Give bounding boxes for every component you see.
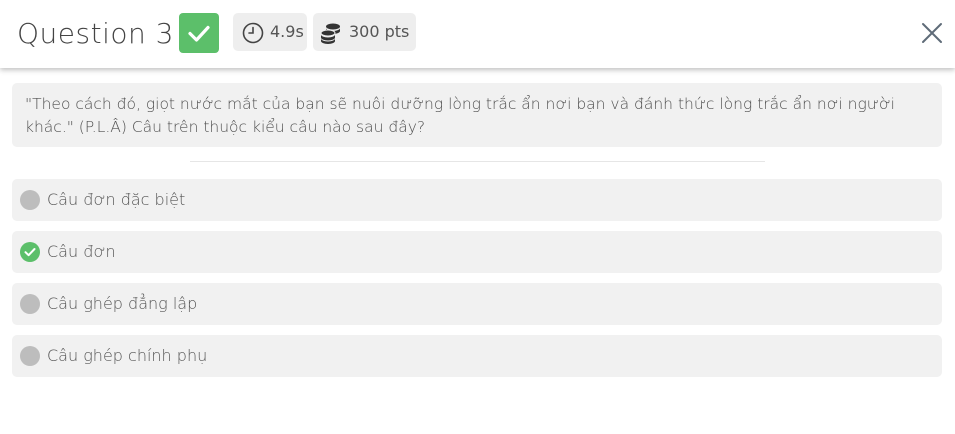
answer-label: Câu đơn	[47, 242, 116, 261]
radio-icon	[20, 294, 40, 314]
correct-check-icon	[20, 242, 40, 262]
clock-icon	[242, 22, 264, 44]
question-title: Question 3	[17, 17, 174, 50]
divider	[190, 161, 765, 162]
check-icon	[188, 25, 210, 42]
radio-icon	[20, 346, 40, 366]
answer-option-2[interactable]: Câu đơn	[12, 231, 942, 273]
points-value: 300 pts	[349, 22, 410, 41]
answer-label: Câu ghép chính phụ	[47, 346, 208, 365]
answer-option-3[interactable]: Câu ghép đẳng lập	[12, 283, 942, 325]
radio-icon	[20, 190, 40, 210]
close-icon[interactable]	[918, 19, 946, 47]
answer-label: Câu đơn đặc biệt	[47, 190, 186, 209]
close-button[interactable]	[918, 19, 946, 47]
answer-option-1[interactable]: Câu đơn đặc biệt	[12, 179, 942, 221]
question-text-box: "Theo cách đó, giọt nước mắt của bạn sẽ …	[12, 83, 942, 147]
status-badge	[179, 13, 219, 53]
answer-option-4[interactable]: Câu ghép chính phụ	[12, 335, 942, 377]
coins-icon	[320, 23, 340, 44]
question-header: Question 3 4.9s 300 pts	[0, 0, 955, 68]
time-chip: 4.9s	[233, 13, 307, 51]
answer-label: Câu ghép đẳng lập	[47, 294, 198, 313]
question-text: "Theo cách đó, giọt nước mắt của bạn sẽ …	[25, 95, 895, 136]
check-icon	[24, 248, 36, 257]
points-chip: 300 pts	[313, 13, 416, 51]
time-value: 4.9s	[270, 22, 304, 41]
